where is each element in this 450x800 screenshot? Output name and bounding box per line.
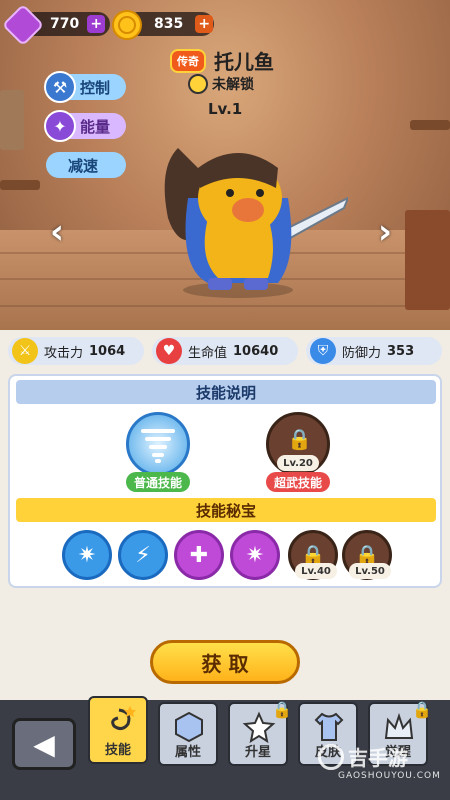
add-gems-button[interactable]: + (87, 15, 106, 33)
shelf (410, 120, 450, 130)
tab-skills[interactable]: 技能 (88, 696, 148, 764)
unlock-level: Lv.50 (349, 563, 391, 579)
tab-attributes[interactable]: 属性 (158, 702, 218, 766)
stat-health: ♥ 生命值 10640 (152, 337, 298, 365)
stat-label: 防御力 (342, 345, 382, 361)
stat-value: 353 (387, 343, 415, 359)
energy-icon: ✦ (44, 110, 76, 142)
treasure-skill-locked-2[interactable]: 🔒 Lv.50 (342, 530, 392, 580)
shelf (0, 180, 40, 190)
trait-label: 控制 (80, 78, 111, 97)
stat-label: 生命值 (188, 345, 228, 361)
treasure-section-title: 技能秘宝 (16, 498, 436, 522)
rarity-badge: 传奇 (170, 48, 206, 73)
add-coins-button[interactable]: + (195, 15, 214, 33)
status-label: 未解锁 (212, 77, 254, 93)
burst-icon: ✷ (245, 542, 265, 568)
stat-value: 1064 (89, 343, 126, 359)
trait-slow[interactable]: 减速 (46, 152, 126, 178)
heart-icon: ♥ (156, 338, 182, 364)
shirt-icon (314, 712, 344, 741)
trait-control[interactable]: ⚒ 控制 (44, 71, 126, 103)
character-illustration (164, 148, 348, 298)
watermark-url: GAOSHOUYOU.COM (338, 771, 441, 781)
tab-label: 升星 (244, 745, 271, 760)
ultimate-skill-label: 超武技能 (266, 472, 330, 492)
stat-defense: ⛨ 防御力 353 (306, 337, 442, 365)
unlock-status: 未解锁 (188, 74, 254, 94)
character-header: 传奇 托儿鱼 (170, 46, 274, 75)
back-button[interactable]: ◀ (12, 718, 76, 770)
lock-icon: 🔒 (287, 427, 312, 451)
hammer-icon: ⚒ (44, 71, 76, 103)
speed-icon: ⚡ (135, 542, 151, 568)
crown-icon (384, 712, 414, 739)
star-upgrade-icon (242, 711, 276, 744)
treasure-skill-1[interactable]: ✷ (62, 530, 112, 580)
treasure-skill-locked-1[interactable]: 🔒 Lv.40 (288, 530, 338, 580)
fist-icon (188, 74, 208, 94)
character-level: Lv.1 (208, 100, 243, 118)
watermark-text: 吉手游 (348, 746, 408, 770)
stat-label: 攻击力 (44, 345, 84, 361)
shield-icon: ⛨ (310, 338, 336, 364)
swirl-icon (111, 706, 136, 731)
ultimate-level: Lv.20 (277, 455, 319, 471)
cannon-icon: ✚ (189, 542, 209, 568)
lock-icon: 🔒 (412, 700, 432, 719)
floor-line (0, 305, 450, 307)
tab-label: 技能 (104, 743, 131, 758)
sword-icon: ⚔ (12, 338, 38, 364)
fireplace (405, 210, 450, 310)
trait-label: 减速 (68, 156, 99, 175)
wall-frame (0, 90, 24, 150)
treasure-skill-3[interactable]: ✚ (174, 530, 224, 580)
lock-icon: 🔒 (272, 700, 292, 719)
normal-skill[interactable] (126, 412, 190, 476)
stat-attack: ⚔ 攻击力 1064 (8, 337, 144, 365)
prev-character-arrow[interactable]: ‹ (50, 212, 64, 252)
unlock-level: Lv.40 (295, 563, 337, 579)
trait-label: 能量 (80, 117, 111, 136)
skills-section-title: 技能说明 (16, 380, 436, 404)
normal-skill-label: 普通技能 (126, 472, 190, 492)
ultimate-skill[interactable]: 🔒 Lv.20 (266, 412, 330, 476)
treasure-skill-2[interactable]: ⚡ (118, 530, 168, 580)
burst-icon: ✷ (77, 542, 97, 568)
obtain-button[interactable]: 获 取 (150, 640, 300, 684)
character-name: 托儿鱼 (214, 50, 274, 74)
gem-count: 770 (50, 16, 80, 32)
watermark: 吉手游 GAOSHOUYOU.COM (318, 742, 450, 792)
treasure-skill-4[interactable]: ✷ (230, 530, 280, 580)
coin-icon (112, 10, 142, 40)
next-character-arrow[interactable]: › (378, 212, 392, 252)
hexagon-icon (175, 711, 203, 743)
trait-energy[interactable]: ✦ 能量 (44, 110, 126, 142)
tab-upgrade-star[interactable]: 🔒 升星 (228, 700, 292, 766)
watermark-logo-icon (318, 743, 344, 770)
stat-value: 10640 (233, 343, 279, 359)
tornado-icon (141, 429, 175, 463)
coin-count: 835 (154, 16, 184, 32)
tab-label: 属性 (174, 745, 201, 760)
